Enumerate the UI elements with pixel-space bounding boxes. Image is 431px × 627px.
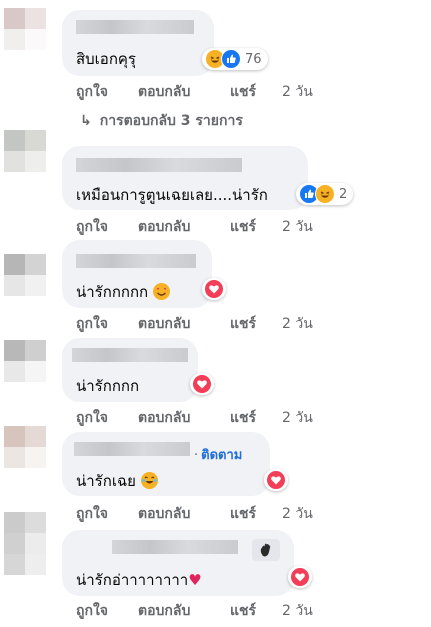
comment-text: น่ารักกกก xyxy=(76,377,140,395)
avatar[interactable] xyxy=(4,340,46,382)
comment-text: น่ารักกกกก xyxy=(76,280,170,304)
author-name[interactable] xyxy=(72,348,188,362)
author-name[interactable] xyxy=(74,442,190,456)
love-icon xyxy=(204,279,224,299)
reaction-summary[interactable] xyxy=(202,278,226,300)
like-button[interactable]: ถูกใจ xyxy=(76,216,108,238)
like-button[interactable]: ถูกใจ xyxy=(76,81,108,103)
like-button[interactable]: ถูกใจ xyxy=(76,600,108,622)
like-icon xyxy=(221,49,241,69)
author-name[interactable] xyxy=(76,20,194,34)
avatar[interactable] xyxy=(4,512,46,554)
timestamp[interactable]: 2 วัน xyxy=(282,81,313,103)
reply-button[interactable]: ตอบกลับ xyxy=(138,600,190,622)
share-button[interactable]: แชร์ xyxy=(230,216,256,238)
reply-button[interactable]: ตอบกลับ xyxy=(138,216,190,238)
author-name[interactable] xyxy=(76,254,196,268)
timestamp[interactable]: 2 วัน xyxy=(282,600,313,622)
timestamp[interactable]: 2 วัน xyxy=(282,216,313,238)
comment-bubble: · ติดตาม น่ารักเฉย xyxy=(62,432,270,496)
avatar[interactable] xyxy=(4,426,46,468)
reaction-summary[interactable]: 76 xyxy=(202,48,268,70)
share-button[interactable]: แชร์ xyxy=(230,313,256,335)
share-button[interactable]: แชร์ xyxy=(230,503,256,525)
like-button[interactable]: ถูกใจ xyxy=(76,407,108,429)
reply-button[interactable]: ตอบกลับ xyxy=(138,313,190,335)
reply-button[interactable]: ตอบกลับ xyxy=(138,81,190,103)
follow-link[interactable]: · ติดตาม xyxy=(194,444,242,465)
comment-bubble: น่ารักกกกก xyxy=(62,240,212,308)
comment-text: เหมือนการูตูนเฉยเลย....น่ารัก xyxy=(76,186,268,204)
author-name[interactable] xyxy=(112,540,238,554)
haha-icon xyxy=(315,184,335,204)
reaction-count: 76 xyxy=(245,51,262,67)
comment-bubble: น่ารักอ่าาาาาาาา♥ xyxy=(62,530,294,596)
author-name[interactable] xyxy=(76,158,242,172)
comment-bubble: เหมือนการูตูนเฉยเลย....น่ารัก xyxy=(62,146,308,210)
reaction-count: 2 xyxy=(339,186,348,202)
comment-thread: สิบเอกคุรุ 76 ถูกใจ ตอบกลับ แชร์ 2 วัน ↳… xyxy=(0,0,431,627)
comment-bubble: น่ารักกกก xyxy=(62,338,198,402)
share-button[interactable]: แชร์ xyxy=(230,81,256,103)
timestamp[interactable]: 2 วัน xyxy=(282,503,313,525)
avatar[interactable] xyxy=(4,254,46,296)
tears-of-joy-emoji xyxy=(140,472,158,489)
comment-text: น่ารักอ่าาาาาาาา♥ xyxy=(76,571,202,589)
reaction-summary[interactable] xyxy=(288,566,312,588)
love-icon xyxy=(266,470,286,490)
reply-button[interactable]: ตอบกลับ xyxy=(138,503,190,525)
wave-icon xyxy=(252,539,280,561)
like-button[interactable]: ถูกใจ xyxy=(76,313,108,335)
reaction-summary[interactable] xyxy=(190,373,214,395)
avatar-lower xyxy=(4,554,46,584)
comment-bubble: สิบเอกคุรุ xyxy=(62,10,214,76)
love-icon xyxy=(290,567,310,587)
view-replies-link[interactable]: ↳ การตอบกลับ 3 รายการ xyxy=(80,110,243,132)
avatar[interactable] xyxy=(4,8,46,50)
comment-text: สิบเอกคุรุ xyxy=(76,50,136,68)
love-icon xyxy=(192,374,212,394)
heart-eyes-emoji xyxy=(152,283,170,300)
comment-text: น่ารักเฉย xyxy=(76,469,158,493)
reply-arrow-icon: ↳ xyxy=(80,113,92,129)
avatar[interactable] xyxy=(4,130,46,172)
timestamp[interactable]: 2 วัน xyxy=(282,313,313,335)
reaction-summary[interactable]: 2 xyxy=(296,183,354,205)
red-heart-emoji: ♥ xyxy=(188,571,202,589)
timestamp[interactable]: 2 วัน xyxy=(282,407,313,429)
share-button[interactable]: แชร์ xyxy=(230,600,256,622)
reaction-summary[interactable] xyxy=(264,469,288,491)
like-button[interactable]: ถูกใจ xyxy=(76,503,108,525)
reply-button[interactable]: ตอบกลับ xyxy=(138,407,190,429)
share-button[interactable]: แชร์ xyxy=(230,407,256,429)
